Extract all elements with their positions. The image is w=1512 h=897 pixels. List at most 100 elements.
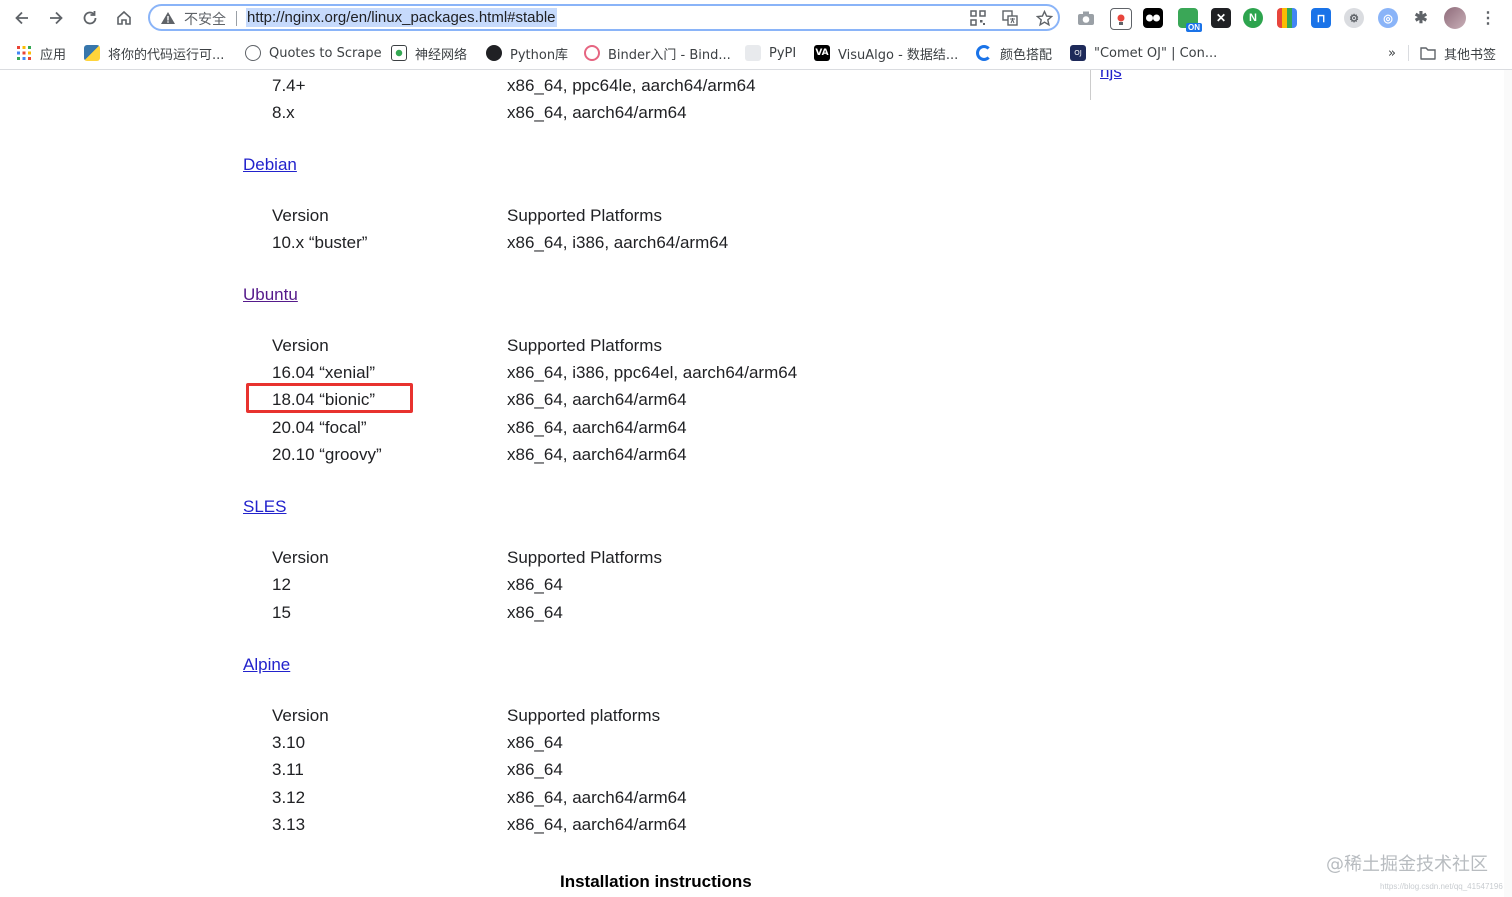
platforms-cell: x86_64, i386, ppc64el, aarch64/arm64 — [507, 363, 798, 382]
sidebar-divider — [1090, 70, 1091, 100]
forward-arrow-icon — [50, 11, 63, 25]
qr-code-icon[interactable] — [968, 8, 988, 28]
browser-toolbar: 不安全 http://nginx.org/en/linux_packages.h… — [0, 0, 1512, 36]
forward-button[interactable] — [44, 6, 68, 30]
bookmark-label: 神经网络 — [415, 47, 468, 63]
version-header: Version — [272, 206, 329, 225]
bookmarks-overflow-button[interactable]: » — [1388, 44, 1396, 62]
profile-avatar[interactable] — [1444, 7, 1466, 29]
globe-icon — [245, 45, 261, 61]
back-button[interactable] — [10, 6, 34, 30]
color-palette-extension-icon[interactable] — [1277, 8, 1297, 28]
bookmark-python-visualizer[interactable]: 将你的代码运行可... — [84, 44, 225, 63]
platforms-header: Supported platforms — [507, 706, 661, 725]
insecure-label: 不安全 — [184, 12, 226, 28]
version-cell: 20.04 “focal” — [272, 418, 367, 437]
toggle-extension-icon[interactable]: ON — [1178, 8, 1202, 32]
binder-icon — [584, 45, 600, 61]
reload-icon — [83, 11, 97, 25]
ubuntu-heading-link[interactable]: Ubuntu — [243, 285, 298, 305]
platforms-cell: x86_64, aarch64/arm64 — [507, 788, 687, 807]
vertical-scrollbar[interactable] — [1504, 70, 1512, 897]
platforms-header: Supported Platforms — [507, 548, 662, 567]
bookmark-star-icon[interactable] — [1034, 8, 1054, 28]
bookmark-comet-oj[interactable]: OJ "Comet OJ" | Con... — [1070, 44, 1217, 62]
version-cell: 20.10 “groovy” — [272, 445, 382, 464]
platforms-cell: x86_64 — [507, 733, 563, 752]
bookmark-label: PyPI — [769, 45, 797, 61]
color-match-icon — [976, 45, 992, 61]
version-cell: 3.13 — [272, 815, 306, 834]
chevron-double-right-icon: » — [1388, 45, 1396, 61]
version-cell: 15 — [272, 603, 291, 622]
red-highlight-box — [246, 383, 413, 413]
platforms-cell: x86_64 — [507, 603, 563, 622]
pypi-cube-icon — [745, 45, 761, 61]
bookmark-color-match[interactable]: 颜色搭配 — [976, 44, 1052, 63]
puzzle-extensions-icon[interactable]: ✱ — [1411, 8, 1431, 28]
alpine-heading-link[interactable]: Alpine — [243, 655, 290, 675]
platforms-cell: x86_64, aarch64/arm64 — [507, 390, 687, 409]
bookmark-label: VisuAlgo - 数据结... — [838, 47, 959, 63]
debian-heading-link[interactable]: Debian — [243, 155, 297, 175]
bookmarks-divider — [1408, 45, 1409, 61]
platforms-cell: x86_64, aarch64/arm64 — [507, 815, 687, 834]
kebab-menu-icon[interactable]: ⋮ — [1478, 8, 1498, 28]
platforms-cell: x86_64 — [507, 760, 563, 779]
bookmark-binder[interactable]: Binder入门 - Bind... — [584, 44, 731, 63]
page-content: njs 7.4+ x86_64, ppc64le, aarch64/arm64 … — [0, 70, 1512, 897]
home-icon — [117, 10, 131, 25]
sidebar-link-njs[interactable]: njs — [1100, 70, 1122, 82]
bookmark-visualgo[interactable]: VA VisuAlgo - 数据结... — [814, 44, 959, 63]
bookmark-apps[interactable]: 应用 — [16, 44, 67, 63]
bookmark-quotes-to-scrape[interactable]: Quotes to Scrape — [245, 44, 382, 62]
python-logo-icon — [84, 45, 100, 61]
close-x-extension-icon[interactable]: ✕ — [1211, 8, 1231, 28]
n-circle-extension-icon[interactable]: N — [1243, 8, 1263, 28]
home-button[interactable] — [112, 6, 136, 30]
bookmark-label: Binder入门 - Bind... — [608, 47, 731, 63]
sles-heading-link[interactable]: SLES — [243, 497, 286, 517]
watermark-text: @稀土掘金技术社区 — [1326, 854, 1488, 875]
watermark-url: https://blog.csdn.net/qq_41547196 — [1380, 882, 1503, 891]
platforms-cell: x86_64, ppc64le, aarch64/arm64 — [507, 76, 756, 95]
version-cell: 3.10 — [272, 733, 306, 752]
swirl-extension-icon[interactable]: ◎ — [1378, 8, 1398, 28]
bookmark-label: 应用 — [40, 47, 67, 63]
platforms-cell: x86_64, aarch64/arm64 — [507, 445, 687, 464]
version-cell: 10.x “buster” — [272, 233, 368, 252]
platforms-cell: x86_64, aarch64/arm64 — [507, 418, 687, 437]
platforms-header: Supported Platforms — [507, 206, 662, 225]
version-header: Version — [272, 548, 329, 567]
bookmarks-bar: 应用 将你的代码运行可... Quotes to Scrape 神经网络 Pyt… — [0, 36, 1512, 70]
version-cell: 3.11 — [272, 760, 304, 779]
camera-extension-icon[interactable] — [1076, 8, 1096, 28]
back-arrow-icon — [15, 11, 28, 25]
bookmark-python-lib[interactable]: Python库 — [486, 44, 569, 63]
tampermonkey-extension-icon[interactable] — [1143, 8, 1163, 28]
version-header: Version — [272, 336, 329, 355]
reload-button[interactable] — [78, 6, 102, 30]
platforms-cell: x86_64, i386, aarch64/arm64 — [507, 233, 729, 252]
folder-icon — [1420, 47, 1436, 60]
other-bookmarks-folder[interactable]: 其他书签 — [1420, 44, 1497, 63]
version-header: Version — [272, 706, 329, 725]
bookmark-neural-network[interactable]: 神经网络 — [391, 44, 468, 63]
translate-icon[interactable] — [1000, 8, 1020, 28]
installation-instructions-heading: Installation instructions — [560, 872, 752, 891]
gear-extension-icon[interactable]: ⚙ — [1344, 8, 1364, 28]
bookmark-label: "Comet OJ" | Con... — [1094, 45, 1218, 61]
platforms-cell: x86_64, aarch64/arm64 — [507, 103, 687, 122]
bookmark-label: Python库 — [510, 47, 569, 63]
visualgo-logo-icon: VA — [814, 45, 830, 61]
address-bar[interactable]: 不安全 http://nginx.org/en/linux_packages.h… — [148, 4, 1060, 31]
bookmark-pypi[interactable]: PyPI — [745, 44, 796, 62]
warning-icon — [161, 12, 175, 24]
bookmark-label: 将你的代码运行可... — [108, 47, 225, 63]
url-text[interactable]: http://nginx.org/en/linux_packages.html#… — [246, 8, 557, 27]
bracket-extension-icon[interactable]: ⊓ — [1311, 8, 1331, 28]
apps-grid-icon — [17, 46, 31, 60]
other-bookmarks-label: 其他书签 — [1444, 47, 1497, 63]
platforms-header: Supported Platforms — [507, 336, 662, 355]
screen-capture-extension-icon[interactable] — [1110, 8, 1132, 30]
